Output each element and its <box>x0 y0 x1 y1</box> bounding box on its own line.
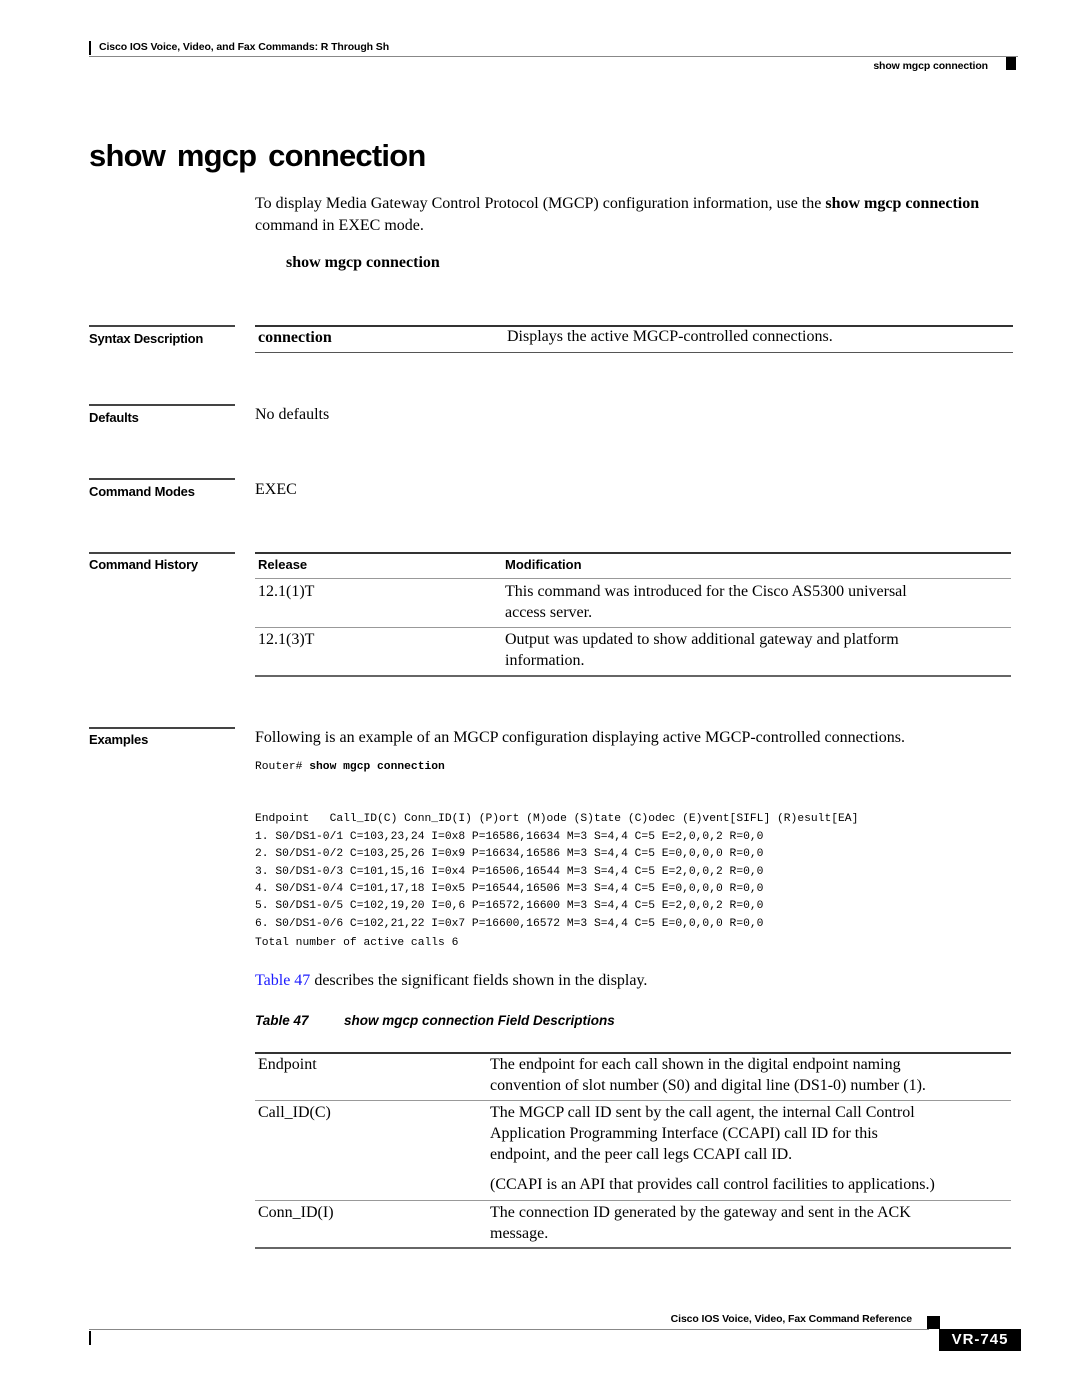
field-description-line: convention of slot number (S0) and digit… <box>490 1077 926 1094</box>
syntax-keyword: connection <box>258 329 332 346</box>
syntax-keyword-description: Displays the active MGCP-controlled conn… <box>507 328 833 345</box>
output-line: 3. S0/DS1-0/3 C=101,15,16 I=0x4 P=16506,… <box>255 865 764 878</box>
output-line: 6. S0/DS1-0/6 C=102,21,22 I=0x7 P=16600,… <box>255 917 764 930</box>
field-description: The connection ID generated by the gatew… <box>490 1202 911 1244</box>
history-table-bottom-rule <box>255 675 1011 677</box>
defaults-value: No defaults <box>255 406 330 423</box>
history-column-release: Release <box>258 557 308 572</box>
history-modification: Output was updated to show additional ga… <box>505 629 899 671</box>
output-line: 4. S0/DS1-0/4 C=101,17,18 I=0x5 P=16544,… <box>255 883 764 896</box>
intro-paragraph: To display Media Gateway Control Protoco… <box>255 193 1015 237</box>
history-modification-line: This command was introduced for the Cisc… <box>505 583 907 600</box>
field-description-note: (CCAPI is an API that provides call cont… <box>490 1176 935 1193</box>
section-label-examples: Examples <box>89 732 149 747</box>
history-column-modification: Modification <box>505 557 582 572</box>
table-caption-number: Table 47 <box>255 1013 309 1028</box>
command-syntax: show mgcp connection <box>286 254 440 271</box>
field-name: Conn_ID(I) <box>258 1204 334 1221</box>
syntax-table-top-rule <box>255 325 1013 327</box>
header-rule <box>89 56 1018 57</box>
examples-intro: Following is an example of an MGCP confi… <box>255 729 905 746</box>
table-47-link[interactable]: Table 47 <box>255 972 310 989</box>
output-header-line: Endpoint Call_ID(C) Conn_ID(I) (P)ort (M… <box>255 813 859 826</box>
example-command-line: Router# show mgcp connection <box>255 759 445 776</box>
syntax-table-bottom-rule <box>255 352 1013 353</box>
history-modification: This command was introduced for the Cisc… <box>505 581 907 623</box>
field-name: Endpoint <box>258 1056 317 1073</box>
intro-text-after: command in EXEC mode. <box>255 217 424 234</box>
history-header-rule <box>255 578 1011 579</box>
output-line: 1. S0/DS1-0/1 C=103,23,24 I=0x8 P=16586,… <box>255 830 764 843</box>
history-modification-line: access server. <box>505 604 593 621</box>
header-running-head: show mgcp connection <box>873 60 988 72</box>
field-description-line: Application Programming Interface (CCAPI… <box>490 1125 878 1142</box>
history-table-top-rule <box>255 552 1011 554</box>
output-line: 2. S0/DS1-0/2 C=103,25,26 I=0x9 P=16634,… <box>255 848 764 861</box>
field-description-line: The MGCP call ID sent by the call agent,… <box>490 1104 915 1121</box>
section-rule <box>89 727 235 729</box>
page-title: show mgcp connection <box>89 138 426 173</box>
history-modification-line: information. <box>505 652 585 669</box>
table-caption: Table 47 show mgcp connection Field Descr… <box>255 1013 615 1028</box>
table-reference-paragraph: Table 47 describes the significant field… <box>255 970 647 992</box>
header-book-title: Cisco IOS Voice, Video, and Fax Commands… <box>99 41 390 53</box>
command-modes-value: EXEC <box>255 481 297 498</box>
field-description-line: The endpoint for each call shown in the … <box>490 1056 901 1073</box>
field-table-bottom-rule <box>255 1247 1011 1249</box>
field-row-rule <box>255 1200 1011 1201</box>
section-rule <box>89 478 235 480</box>
header-block-mark <box>1006 57 1016 70</box>
table-reference-text: describes the significant fields shown i… <box>310 972 648 989</box>
example-command: show mgcp connection <box>309 761 445 773</box>
example-output: Endpoint Call_ID(C) Conn_ID(I) (P)ort (M… <box>255 794 858 951</box>
history-modification-line: Output was updated to show additional ga… <box>505 631 899 648</box>
intro-text-before: To display Media Gateway Control Protoco… <box>255 195 826 212</box>
field-description-line: message. <box>490 1225 549 1242</box>
output-total-line: Total number of active calls 6 <box>255 937 459 949</box>
field-row-rule <box>255 1100 1011 1101</box>
footer-block-mark <box>927 1316 940 1329</box>
field-description-line: endpoint, and the peer call legs CCAPI c… <box>490 1146 793 1163</box>
section-rule <box>89 552 235 554</box>
section-label-command-history: Command History <box>89 557 198 572</box>
field-description-line: The connection ID generated by the gatew… <box>490 1204 911 1221</box>
output-line: 5. S0/DS1-0/5 C=102,19,20 I=0,6 P=16572,… <box>255 900 764 913</box>
footer-rule <box>89 1329 929 1330</box>
table-caption-title: show mgcp connection Field Descriptions <box>344 1013 615 1028</box>
field-name: Call_ID(C) <box>258 1104 331 1121</box>
header-bar-mark <box>89 41 91 55</box>
history-release: 12.1(1)T <box>258 583 315 600</box>
section-rule <box>89 325 235 327</box>
field-description: The endpoint for each call shown in the … <box>490 1054 926 1096</box>
section-label-defaults: Defaults <box>89 410 139 425</box>
section-label-syntax-description: Syntax Description <box>89 331 204 346</box>
history-release: 12.1(3)T <box>258 631 315 648</box>
page-number: VR-745 <box>939 1329 1021 1351</box>
footer-bar-mark <box>89 1331 91 1345</box>
intro-command: show mgcp connection <box>825 195 980 212</box>
section-label-command-modes: Command Modes <box>89 484 195 499</box>
footer-book-title: Cisco IOS Voice, Video, Fax Command Refe… <box>670 1313 912 1325</box>
section-rule <box>89 404 235 406</box>
history-row-rule <box>255 627 1011 628</box>
field-description: The MGCP call ID sent by the call agent,… <box>490 1102 935 1195</box>
router-prompt: Router# <box>255 761 310 773</box>
